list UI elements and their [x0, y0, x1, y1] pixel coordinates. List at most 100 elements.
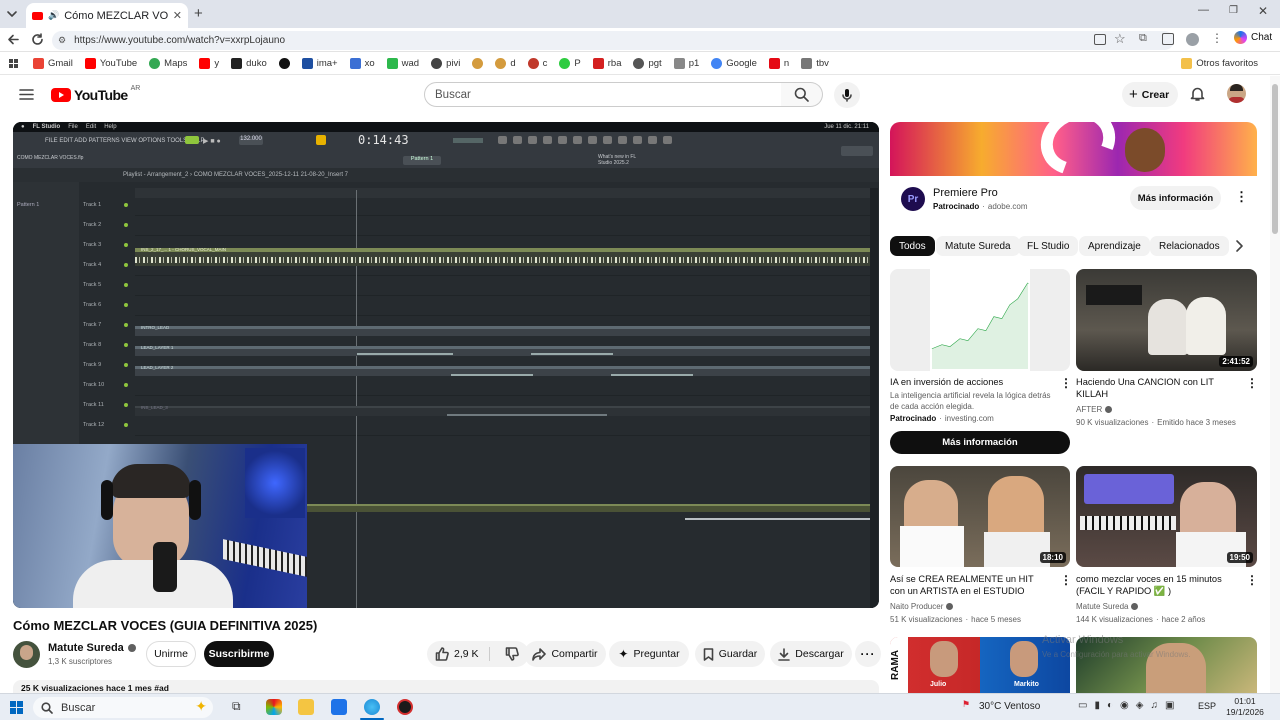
menu-dots-icon[interactable]: ⋮ [1211, 31, 1223, 45]
bookmark-p1[interactable]: p1 [673, 58, 699, 69]
chip-aprendizaje[interactable]: Aprendizaje [1079, 236, 1150, 256]
bookmark-gmail[interactable]: Gmail [33, 58, 73, 69]
bookmark-pgt[interactable]: pgt [633, 58, 662, 69]
channel-name[interactable]: Matute Sureda [48, 642, 136, 654]
media-player-icon[interactable] [397, 699, 413, 715]
bookmark-tbv[interactable]: tbv [801, 58, 829, 69]
create-button[interactable]: + Crear [1122, 82, 1178, 107]
save-button[interactable]: Guardar [695, 641, 765, 667]
card-title[interactable]: Así se CREA REALMENTE un HIT con un ARTI… [890, 573, 1050, 597]
windows-start-icon[interactable] [10, 701, 23, 714]
profile-avatar-icon[interactable] [1186, 33, 1199, 46]
chip-relacionados[interactable]: Relacionados [1150, 236, 1229, 256]
chip-matute-sureda[interactable]: Matute Sureda [936, 236, 1020, 256]
card-title[interactable]: Haciendo Una CANCION con LIT KILLAH [1076, 376, 1236, 400]
bookmark-duko[interactable]: duko [231, 58, 267, 69]
bookmark-p[interactable]: P [559, 58, 581, 69]
new-tab-icon[interactable]: + [194, 5, 203, 22]
download-button[interactable]: Descargar [770, 641, 852, 667]
bookmark-xo[interactable]: xo [349, 58, 375, 69]
tray-icon[interactable]: ▮ [1094, 700, 1100, 711]
tab-close-icon[interactable]: ✕ [173, 9, 182, 22]
tray-icon[interactable]: ♫ [1150, 700, 1158, 711]
window-close-icon[interactable]: ✕ [1258, 4, 1268, 18]
join-button[interactable]: Unirme [146, 641, 196, 667]
sponsored-ad-card[interactable]: Pr Premiere Pro Patrocinado · adobe.com M… [890, 122, 1257, 226]
tray-icon[interactable]: ◉ [1120, 700, 1129, 711]
edge-browser-icon[interactable] [364, 699, 380, 715]
other-bookmarks[interactable]: Otros favoritos [1181, 58, 1258, 69]
search-input[interactable]: Buscar [424, 82, 782, 107]
hamburger-menu-icon[interactable] [19, 88, 34, 101]
ad-menu-icon[interactable]: ⋮ [1235, 189, 1248, 205]
bookmark-youtube[interactable]: YouTube [84, 58, 137, 69]
card-menu-icon[interactable]: ⋮ [1246, 376, 1258, 390]
bookmark-netflix[interactable]: n [768, 58, 789, 69]
card-menu-icon[interactable]: ⋮ [1060, 573, 1072, 587]
card-more-info-button[interactable]: Más información [890, 431, 1070, 454]
weather-alert-icon[interactable]: ⚑ [962, 699, 970, 710]
minimize-icon[interactable]: — [1198, 4, 1209, 16]
card-channel[interactable]: Matute Sureda [1076, 601, 1251, 612]
video-player[interactable]: ● FL Studio File Edit Help Jue 11 dic. 2… [13, 122, 879, 608]
bookmark-circle[interactable] [278, 58, 290, 69]
card-title[interactable]: IA en inversión de acciones [890, 376, 1050, 388]
bookmark-google[interactable]: Google [711, 58, 757, 69]
active-tab[interactable]: 🔊 Cómo MEZCLAR VOCES (GUÍA ✕ [26, 3, 188, 28]
bookmark-y[interactable]: y [199, 58, 219, 69]
tray-icon[interactable]: ▣ [1165, 700, 1174, 711]
bookmark-face[interactable] [472, 58, 484, 69]
share-button[interactable]: Compartir [524, 641, 606, 667]
restore-icon[interactable]: ❐ [1229, 5, 1238, 16]
clock[interactable]: 01:01 19/1/2026 [1225, 696, 1265, 718]
chat-button[interactable]: Chat [1234, 31, 1272, 44]
card-channel[interactable]: AFTER [1076, 404, 1251, 415]
like-button[interactable]: 2,9 K [435, 647, 479, 661]
ask-button[interactable]: ✦ Preguntar [609, 641, 689, 667]
copilot-app-icon[interactable] [266, 699, 282, 715]
card-title[interactable]: como mezclar voces en 15 minutos (FACIL … [1076, 573, 1236, 597]
tray-icon[interactable]: ◈ [1136, 700, 1144, 711]
channel-avatar[interactable] [13, 641, 40, 668]
subscribe-button[interactable]: Suscribirme [204, 641, 274, 667]
bookmark-rba[interactable]: rba [592, 58, 621, 69]
dislike-button[interactable] [505, 647, 519, 661]
card-thumbnail[interactable]: 19:50 [1076, 466, 1257, 567]
apps-grid-icon[interactable] [8, 58, 19, 69]
notifications-bell-icon[interactable] [1190, 86, 1205, 102]
user-avatar[interactable] [1227, 84, 1246, 103]
bookmark-maps[interactable]: Maps [149, 58, 187, 69]
tray-icon[interactable]: ▭ [1078, 700, 1087, 711]
more-actions-button[interactable]: ··· [855, 641, 881, 667]
ad-more-info-button[interactable]: Más información [1130, 186, 1221, 210]
back-icon[interactable] [7, 33, 20, 46]
bookmark-d[interactable]: d [495, 58, 516, 69]
keyboard-language[interactable]: ESP [1198, 701, 1216, 711]
url-field[interactable]: ⚙ https://www.youtube.com/watch?v=xxrpLo… [52, 31, 1174, 50]
bookmark-pivi[interactable]: pivi [431, 58, 460, 69]
tray-icon[interactable]: ◐ [1107, 700, 1113, 711]
bookmark-star-icon[interactable]: ☆ [1114, 31, 1126, 47]
extensions-icon[interactable]: ⧉ [1139, 32, 1147, 45]
card-thumbnail[interactable]: 18:10 [890, 466, 1070, 567]
downloads-icon[interactable] [1162, 33, 1174, 45]
chips-next-chevron-icon[interactable] [1232, 238, 1246, 254]
card-menu-icon[interactable]: ⋮ [1060, 376, 1072, 390]
description-box[interactable]: 25 K visualizaciones hace 1 mes #ad [13, 680, 879, 693]
reload-icon[interactable] [31, 33, 44, 46]
card-thumbnail[interactable]: 2:41:52 [1076, 269, 1257, 371]
weather-text[interactable]: 30°C Ventoso [979, 701, 1040, 712]
youtube-logo[interactable]: YouTube AR [51, 85, 140, 103]
voice-search-button[interactable] [834, 82, 860, 108]
page-scrollbar[interactable] [1270, 76, 1280, 693]
bookmark-c[interactable]: c [527, 58, 547, 69]
system-tray[interactable]: ▭ ▮ ◐ ◉ ◈ ♫ ▣ [1078, 700, 1174, 711]
card-channel[interactable]: Naito Producer [890, 601, 1065, 612]
bookmark-wad[interactable]: wad [386, 58, 419, 69]
scrollbar-thumb[interactable] [1272, 84, 1278, 234]
bookmark-ima[interactable]: ima+ [301, 58, 338, 69]
chip-fl-studio[interactable]: FL Studio [1018, 236, 1079, 256]
task-view-icon[interactable]: ⧉ [232, 699, 248, 715]
chip-all[interactable]: Todos [890, 236, 935, 256]
site-info-icon[interactable]: ⚙ [58, 35, 66, 46]
